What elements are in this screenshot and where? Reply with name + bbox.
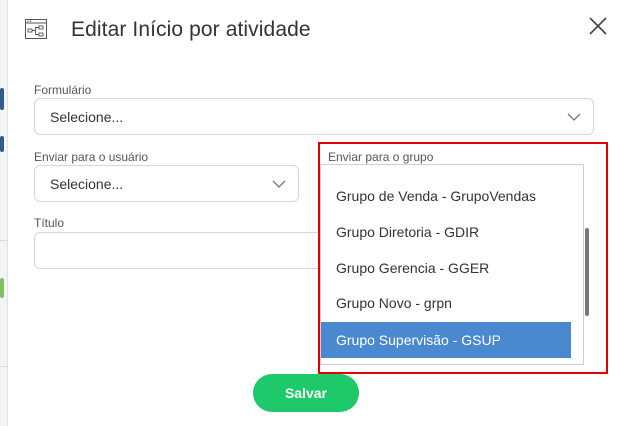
background-mark <box>0 136 4 152</box>
dropdown-option[interactable]: Grupo Novo - grpn <box>321 285 571 321</box>
save-button[interactable]: Salvar <box>253 374 359 412</box>
dropdown-option[interactable]: Grupo de Venda - GrupoVendas <box>321 178 571 214</box>
enviar-usuario-label: Enviar para o usuário <box>34 150 149 164</box>
chevron-down-icon <box>567 113 581 121</box>
background-mark <box>0 278 4 298</box>
titulo-label: Título <box>34 216 65 230</box>
formulario-value: Selecione... <box>50 108 124 125</box>
formulario-label: Formulário <box>34 83 92 97</box>
dropdown-option[interactable]: Grupo Gerencia - GGER <box>321 250 571 286</box>
dropdown-option[interactable]: Grupo Diretoria - GDIR <box>321 214 571 250</box>
background-mark <box>0 88 4 110</box>
workflow-diagram-icon <box>25 19 47 39</box>
enviar-grupo-label: Enviar para o grupo <box>328 150 434 164</box>
enviar-usuario-select[interactable]: Selecione... <box>34 165 299 202</box>
formulario-select[interactable]: Selecione... <box>34 98 594 135</box>
enviar-usuario-value: Selecione... <box>50 175 124 192</box>
dropdown-option-selected[interactable]: Grupo Supervisão - GSUP <box>321 322 571 358</box>
close-icon[interactable] <box>588 16 608 36</box>
dropdown-scrollbar[interactable] <box>585 228 589 316</box>
grupo-dropdown-list[interactable]: Grupo de Venda - GrupoVendas Grupo Diret… <box>320 164 584 365</box>
modal-title: Editar Início por atividade <box>71 18 311 41</box>
titulo-input[interactable] <box>34 232 334 269</box>
chevron-down-icon <box>272 180 286 188</box>
dropdown-option-partial[interactable] <box>321 165 571 173</box>
